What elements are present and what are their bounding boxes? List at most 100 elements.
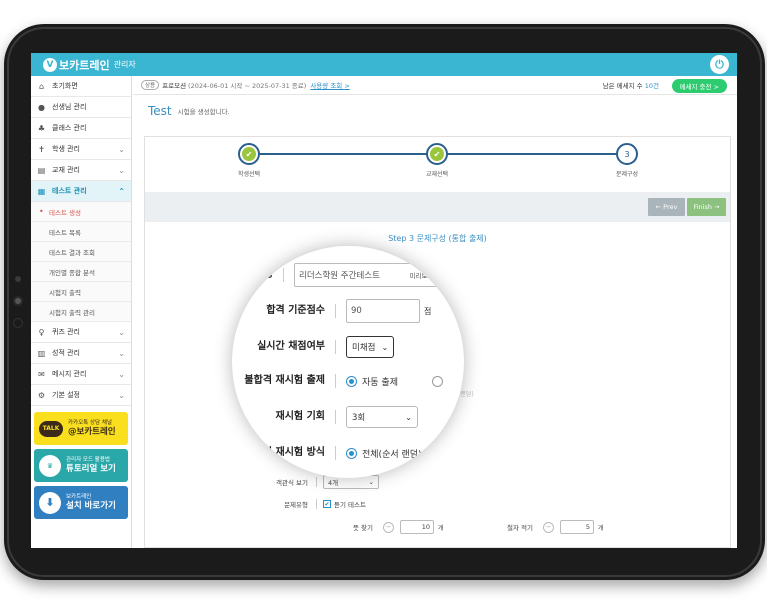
sidebar-subitem-analysis[interactable]: 개인별 종합 분석 [31, 262, 131, 282]
spelling-count-row: 철자 적기 − 5 개 [507, 520, 604, 534]
sidebar-subitem-print-manage[interactable]: 시험지 출력 관리 [31, 302, 131, 322]
sidebar-item-label: 기본 설정 [52, 391, 80, 399]
magnifier-lens: 시험명 리더스학원 주간테스트 미리보기 > 합격 기준점수 90 점 실시간 … [232, 246, 464, 478]
sidebar: ⌂ 초기화면 ● 선생님 관리 ♣ 클래스 관리 ✝ 학생 관리 ⌄ ▤ 교재 … [31, 76, 132, 548]
sidebar-item-messages[interactable]: ✉ 메시지 관리 ⌄ [31, 364, 131, 385]
preview-link[interactable]: 미리보기 > [410, 270, 441, 280]
usage-link[interactable]: 사용량 조회 > [310, 80, 349, 90]
objective-choice-value: 4개 [328, 479, 339, 487]
message-remaining-label: 남은 메세지 수 [602, 82, 643, 90]
kakao-channel-banner[interactable]: TALK 카카오톡 상담 채널 @보카트레인 [34, 412, 128, 445]
listening-test-checkbox[interactable]: ✔ [323, 500, 331, 508]
sidebar-subitem-test-list[interactable]: 테스트 목록 [31, 222, 131, 242]
sidebar-item-label: 성적 관리 [52, 349, 80, 357]
sidebar-item-home[interactable]: ⌂ 초기화면 [31, 76, 131, 97]
check-icon: ✔ [430, 147, 444, 161]
page-header: Test 시험을 생성합니다. [133, 95, 737, 127]
program-name: 프로모션 [162, 82, 187, 90]
spelling-count-input[interactable]: 5 [560, 520, 594, 534]
pass-score-input[interactable]: 90 [346, 299, 420, 323]
test-name-value: 리더스학원 주간테스트 [299, 271, 380, 281]
sidebar-item-tests[interactable]: ▦ 테스트 관리 ⌃ [31, 181, 131, 202]
meaning-count-input[interactable]: 10 [400, 520, 435, 534]
chevron-down-icon: ⌄ [118, 327, 125, 337]
retest-method-radio[interactable] [346, 447, 357, 459]
test-icon: ▦ [37, 186, 46, 196]
question-type-label: 문제유형 [237, 499, 317, 509]
chevron-down-icon: ⌄ [118, 165, 125, 175]
step-label: 교재선택 [425, 171, 449, 178]
sidebar-item-grades[interactable]: ▥ 성적 관리 ⌄ [31, 343, 131, 364]
plan-badge: 상용 [141, 80, 160, 90]
count-label: 철자 적기 [507, 524, 533, 532]
manual-retest-radio[interactable] [431, 375, 443, 387]
step-textbook-select[interactable]: ✔ [426, 143, 448, 165]
banner-subtext: 카카오톡 상담 채널 [68, 420, 112, 426]
mail-icon: ✉ [38, 369, 45, 379]
sidebar-item-textbooks[interactable]: ▤ 교재 관리 ⌄ [31, 160, 131, 181]
retest-chance-row: 재시험 기회 3회 ⌄ [232, 404, 464, 430]
sidebar-subitem-test-results[interactable]: 테스트 결과 조회 [31, 242, 131, 262]
check-icon: ✔ [242, 147, 256, 161]
retest-chance-select[interactable]: 3회 ⌄ [346, 406, 418, 428]
pass-score-label: 합격 기준점수 [232, 304, 336, 318]
sidebar-item-quiz[interactable]: ♀ 퀴즈 관리 ⌄ [31, 322, 131, 343]
sidebar-subitem-print[interactable]: 시험지 출력 [31, 282, 131, 302]
count-unit: 개 [438, 524, 444, 532]
minus-icon[interactable]: − [383, 521, 395, 533]
banner-text: 튜토리얼 보기 [66, 464, 116, 474]
install-banner[interactable]: ⬇ 보카트레인 설치 바로가기 [34, 486, 128, 519]
realtime-grading-value: 미채점 [352, 343, 376, 353]
step-student-select[interactable]: ✔ [238, 143, 260, 165]
test-name-input[interactable]: 리더스학원 주간테스트 미리보기 > [294, 263, 464, 287]
message-charge-button[interactable]: 메세지 충전 > [671, 79, 727, 93]
book-icon: ▤ [37, 165, 46, 175]
auto-retest-radio[interactable] [346, 375, 357, 387]
step-question-config[interactable]: 3 [616, 143, 638, 165]
program-period: (2024-06-01 시작 ~ 2025-07-31 종료) [188, 82, 307, 90]
finish-button[interactable]: Finish → [687, 198, 726, 216]
form-title: Step 3 문제구성 (통합 출제) [388, 234, 487, 243]
tablet-sensor [15, 276, 21, 282]
realtime-grading-select[interactable]: 미채점 ⌄ [346, 336, 395, 358]
question-type-row: 문제유형 ✔ 듣기 테스트 [237, 499, 366, 509]
auto-retest-label: 자동 출제 [362, 377, 398, 388]
tablet-camera [13, 296, 23, 306]
student-icon: ✝ [38, 144, 45, 154]
retest-method-option: 전체(순서 랜덤) [362, 449, 422, 460]
sidebar-item-classes[interactable]: ♣ 클래스 관리 [31, 118, 131, 139]
prev-button[interactable]: ← Prev [648, 198, 685, 216]
test-name-row: 시험명 리더스학원 주간테스트 미리보기 > [232, 262, 464, 288]
tablet-sensor-ring [13, 318, 23, 328]
step-label: 학생선택 [237, 171, 261, 178]
brand-logo[interactable]: V 보카트레인 관리자 [43, 57, 136, 73]
pass-score-unit: 점 [424, 306, 432, 316]
tutorial-banner[interactable]: ♛ 관리자 모드 활용법 튜토리얼 보기 [34, 449, 128, 482]
retest-method-label: 합격 재시험 방식 [232, 446, 336, 460]
info-bar: 상용 프로모션 (2024-06-01 시작 ~ 2025-07-31 종료) … [133, 76, 737, 95]
wizard-stepper: ✔ ✔ 3 학생선택 교재선택 문제구성 [145, 137, 730, 192]
minus-icon[interactable]: − [543, 521, 554, 533]
chevron-up-icon: ⌃ [118, 186, 125, 196]
power-icon[interactable]: ⏻ [710, 55, 729, 74]
sidebar-item-students[interactable]: ✝ 학생 관리 ⌄ [31, 139, 131, 160]
realtime-grading-label: 실시간 채점여부 [232, 340, 336, 354]
page-description: 시험을 생성합니다. [177, 108, 230, 116]
logo-mark-icon: V [43, 57, 57, 72]
retest-label: 불합격 재시험 출제 [232, 374, 336, 388]
sidebar-item-settings[interactable]: ⚙ 기본 설정 ⌄ [31, 385, 131, 406]
banner-subtext: 관리자 모드 활용법 [66, 457, 110, 463]
sidebar-item-label: 메시지 관리 [52, 370, 87, 378]
message-remaining: 남은 메세지 수 10건 [603, 80, 659, 90]
sidebar-item-teachers[interactable]: ● 선생님 관리 [31, 97, 131, 118]
top-bar: V 보카트레인 관리자 ⏻ [31, 53, 737, 76]
sidebar-item-label: 테스트 관리 [52, 187, 87, 195]
chart-icon: ▥ [37, 348, 46, 358]
tutorial-icon: ♛ [39, 454, 61, 477]
sidebar-item-label: 선생님 관리 [52, 103, 87, 111]
user-icon: ● [38, 102, 45, 112]
listening-test-label: 듣기 테스트 [334, 501, 366, 509]
sidebar-subitem-test-create[interactable]: 테스트 생성 [31, 202, 131, 222]
retest-row: 불합격 재시험 출제 자동 출제 [232, 368, 464, 394]
banner-text: @보카트레인 [68, 427, 116, 437]
